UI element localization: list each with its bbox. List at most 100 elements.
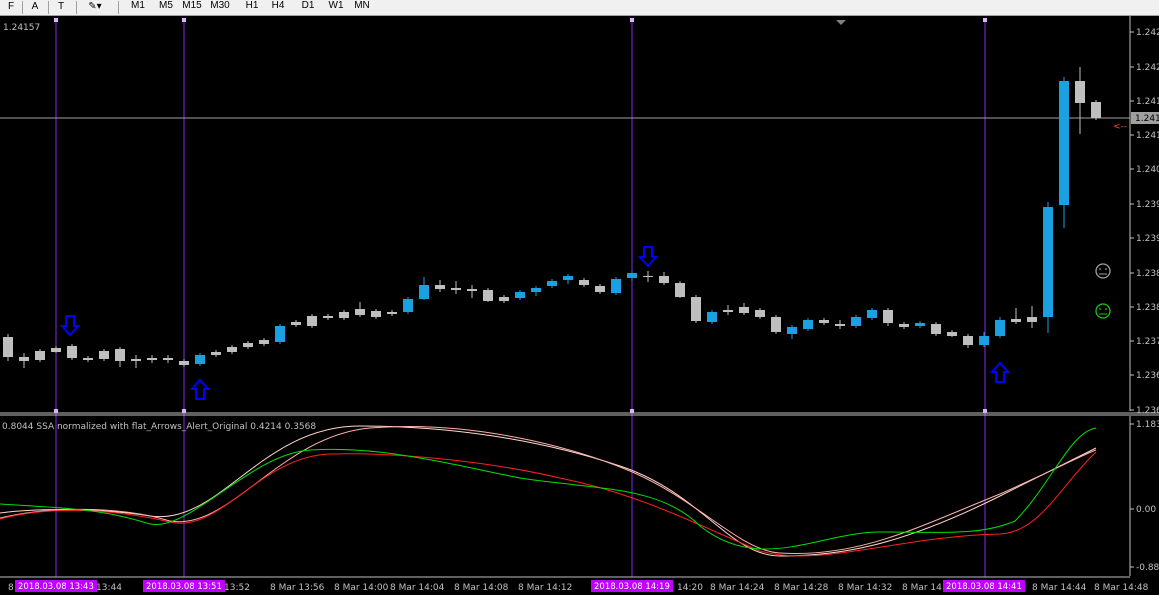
bull-candle[interactable] bbox=[195, 355, 205, 364]
bull-candle[interactable] bbox=[915, 323, 925, 326]
bear-candle[interactable] bbox=[947, 332, 957, 336]
indicator-line-light[interactable] bbox=[0, 425, 1097, 557]
line-handle[interactable] bbox=[54, 18, 58, 22]
bear-candle[interactable] bbox=[179, 361, 189, 365]
bear-candle[interactable] bbox=[579, 280, 589, 285]
bear-candle[interactable] bbox=[99, 351, 109, 359]
timeframe-m15-button[interactable]: M15 bbox=[180, 0, 204, 15]
text-label-tool-icon[interactable]: T bbox=[52, 0, 70, 15]
timeframe-mn-button[interactable]: MN bbox=[350, 0, 374, 15]
indicator-line-red[interactable] bbox=[0, 451, 1097, 557]
bear-candle[interactable] bbox=[355, 309, 365, 315]
line-handle[interactable] bbox=[630, 409, 634, 413]
price-axis-label: 1.236 bbox=[1136, 406, 1159, 416]
chart-area[interactable]: 1.24157 0.8044 SSA normalized with flat_… bbox=[0, 16, 1159, 595]
line-handle[interactable] bbox=[630, 18, 634, 22]
toolbar-separator bbox=[48, 1, 49, 14]
bear-candle[interactable] bbox=[259, 340, 269, 344]
line-handle[interactable] bbox=[182, 409, 186, 413]
bull-candle[interactable] bbox=[787, 327, 797, 334]
bear-candle[interactable] bbox=[643, 276, 653, 277]
bull-candle[interactable] bbox=[1059, 81, 1069, 205]
bear-candle[interactable] bbox=[35, 351, 45, 360]
bear-candle[interactable] bbox=[483, 290, 493, 301]
bull-candle[interactable] bbox=[515, 292, 525, 298]
bear-candle[interactable] bbox=[227, 347, 237, 352]
bull-candle[interactable] bbox=[803, 320, 813, 329]
text-tool-icon[interactable]: A bbox=[26, 0, 44, 15]
bear-candle[interactable] bbox=[83, 358, 93, 360]
bear-candle[interactable] bbox=[739, 307, 749, 313]
bear-candle[interactable] bbox=[291, 322, 301, 325]
bull-candle[interactable] bbox=[419, 285, 429, 299]
bull-candle[interactable] bbox=[627, 273, 637, 278]
bear-candle[interactable] bbox=[339, 312, 349, 318]
bear-candle[interactable] bbox=[755, 310, 765, 317]
arrows-tool-icon[interactable]: ✎▾ bbox=[82, 0, 108, 15]
bear-candle[interactable] bbox=[451, 288, 461, 290]
bear-candle[interactable] bbox=[883, 310, 893, 323]
line-handle[interactable] bbox=[54, 409, 58, 413]
timeframe-m5-button[interactable]: M5 bbox=[154, 0, 178, 15]
bear-candle[interactable] bbox=[131, 359, 141, 361]
bear-candle[interactable] bbox=[19, 357, 29, 361]
bull-candle[interactable] bbox=[403, 299, 413, 312]
bear-candle[interactable] bbox=[835, 324, 845, 326]
bear-candle[interactable] bbox=[691, 297, 701, 321]
bear-candle[interactable] bbox=[323, 316, 333, 318]
fibo-tool-icon[interactable]: F bbox=[2, 0, 20, 15]
bear-candle[interactable] bbox=[211, 352, 221, 355]
bear-candle[interactable] bbox=[1027, 317, 1037, 322]
bear-candle[interactable] bbox=[243, 343, 253, 347]
bear-candle[interactable] bbox=[307, 316, 317, 326]
bull-candle[interactable] bbox=[1043, 207, 1053, 317]
bull-candle[interactable] bbox=[867, 310, 877, 318]
bear-candle[interactable] bbox=[723, 310, 733, 312]
bear-candle[interactable] bbox=[3, 337, 13, 357]
bull-candle[interactable] bbox=[611, 279, 621, 293]
timeframe-h1-button[interactable]: H1 bbox=[240, 0, 264, 15]
bull-candle[interactable] bbox=[979, 336, 989, 345]
timeframe-h4-button[interactable]: H4 bbox=[266, 0, 290, 15]
bull-candle[interactable] bbox=[851, 317, 861, 326]
bear-candle[interactable] bbox=[899, 324, 909, 327]
bull-candle[interactable] bbox=[275, 326, 285, 342]
bear-candle[interactable] bbox=[115, 349, 125, 361]
bull-candle[interactable] bbox=[563, 276, 573, 280]
bear-candle[interactable] bbox=[1075, 81, 1085, 103]
bear-candle[interactable] bbox=[67, 346, 77, 358]
bear-candle[interactable] bbox=[499, 297, 509, 301]
bear-candle[interactable] bbox=[659, 276, 669, 283]
bear-candle[interactable] bbox=[51, 348, 61, 352]
line-handle[interactable] bbox=[983, 409, 987, 413]
timeframe-d1-button[interactable]: D1 bbox=[296, 0, 320, 15]
main-price-chart[interactable]: 1.24157 bbox=[0, 16, 1130, 577]
timeframe-m1-button[interactable]: M1 bbox=[126, 0, 150, 15]
bull-candle[interactable] bbox=[707, 312, 717, 322]
bull-candle[interactable] bbox=[531, 288, 541, 292]
bear-candle[interactable] bbox=[771, 317, 781, 332]
bear-candle[interactable] bbox=[435, 285, 445, 289]
line-handle[interactable] bbox=[182, 18, 186, 22]
price-axis-label: 1.238 bbox=[1136, 269, 1159, 279]
bear-candle[interactable] bbox=[675, 283, 685, 297]
timeframe-w1-button[interactable]: W1 bbox=[324, 0, 348, 15]
bear-candle[interactable] bbox=[467, 289, 477, 291]
bear-candle[interactable] bbox=[163, 358, 173, 360]
bear-candle[interactable] bbox=[1091, 102, 1101, 118]
bear-candle[interactable] bbox=[387, 312, 397, 314]
indicator-subwindow[interactable]: 0.8044 SSA normalized with flat_Arrows_A… bbox=[0, 422, 1097, 557]
indicator-line-pink[interactable] bbox=[0, 426, 1097, 555]
bear-candle[interactable] bbox=[1011, 319, 1021, 322]
line-handle[interactable] bbox=[983, 18, 987, 22]
bear-candle[interactable] bbox=[963, 336, 973, 345]
bull-candle[interactable] bbox=[995, 320, 1005, 336]
bear-candle[interactable] bbox=[595, 286, 605, 292]
bear-candle[interactable] bbox=[931, 324, 941, 334]
indicator-label: 0.8044 SSA normalized with flat_Arrows_A… bbox=[2, 422, 316, 432]
timeframe-m30-button[interactable]: M30 bbox=[208, 0, 232, 15]
bear-candle[interactable] bbox=[147, 358, 157, 360]
bull-candle[interactable] bbox=[547, 281, 557, 286]
bear-candle[interactable] bbox=[819, 320, 829, 323]
bear-candle[interactable] bbox=[371, 311, 381, 317]
